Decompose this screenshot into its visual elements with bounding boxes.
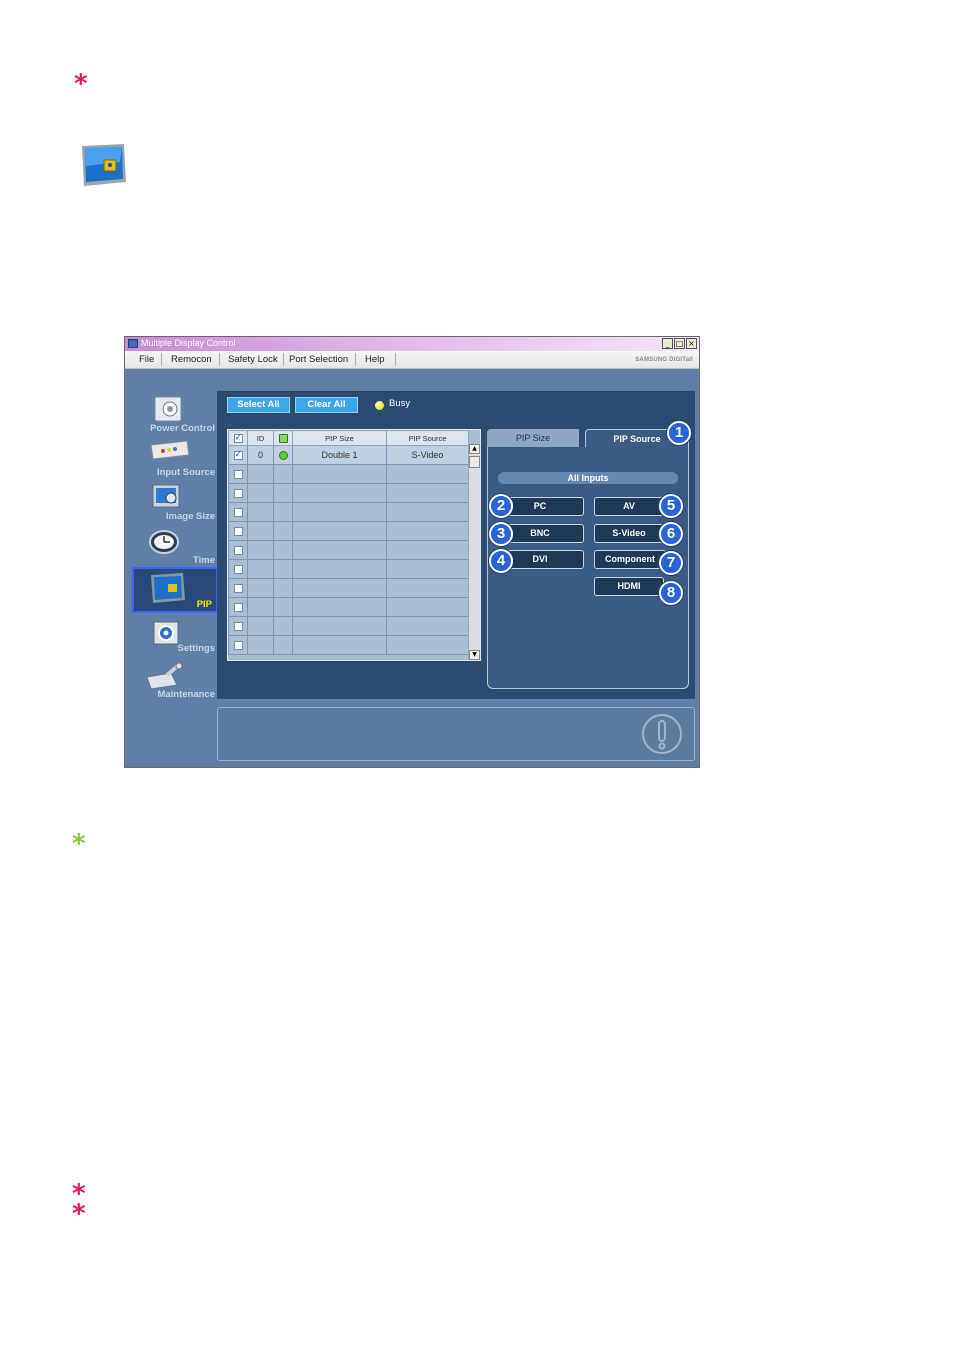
scroll-thumb[interactable] xyxy=(469,456,480,468)
table-row[interactable] xyxy=(228,578,469,598)
select-all-button[interactable]: Select All xyxy=(227,397,290,413)
sidebar-item-maintenance[interactable]: Maintenance xyxy=(131,661,219,703)
source-hdmi-button[interactable]: HDMI xyxy=(594,577,664,596)
sidebar-item-pip[interactable]: PIP xyxy=(132,567,218,613)
display-grid: ID PIP Size PIP Source 0 Double 1 S-Vide… xyxy=(227,429,481,661)
image-size-icon xyxy=(152,484,180,508)
source-component-button[interactable]: Component xyxy=(594,550,666,569)
sidebar-item-label: Input Source xyxy=(156,467,215,478)
sidebar-item-label: Maintenance xyxy=(157,689,215,700)
row-checkbox[interactable] xyxy=(233,470,243,480)
green-asterisk-icon: * xyxy=(72,829,86,859)
busy-indicator-icon xyxy=(375,401,384,410)
menu-safety-lock[interactable]: Safety Lock xyxy=(228,354,278,365)
table-row[interactable] xyxy=(228,521,469,541)
pip-tabs: PIP Size PIP Source All Inputs PC BNC DV… xyxy=(487,421,691,689)
sidebar-item-power-control[interactable]: Power Control xyxy=(131,393,219,435)
source-av-button[interactable]: AV xyxy=(594,497,664,516)
select-all-checkbox[interactable] xyxy=(228,430,248,446)
callout-4: 4 xyxy=(489,549,513,573)
row-checkbox[interactable] xyxy=(233,584,243,594)
sidebar-item-image-size[interactable]: Image Size xyxy=(131,481,219,523)
maintenance-icon xyxy=(146,663,183,690)
row-checkbox[interactable] xyxy=(233,449,243,461)
row-pip-source: S-Video xyxy=(386,445,469,465)
row-checkbox[interactable] xyxy=(233,622,243,632)
scroll-up-icon[interactable]: ▲ xyxy=(469,444,480,454)
row-checkbox[interactable] xyxy=(233,603,243,613)
callout-8: 8 xyxy=(659,581,683,605)
table-row[interactable] xyxy=(228,464,469,484)
table-row[interactable]: 0 Double 1 S-Video xyxy=(228,445,469,465)
input-source-icon xyxy=(150,440,190,460)
row-checkbox[interactable] xyxy=(233,527,243,537)
red-asterisk-icon: * xyxy=(74,69,88,99)
close-button[interactable]: × xyxy=(686,338,697,349)
row-checkbox[interactable] xyxy=(233,641,243,651)
row-checkbox[interactable] xyxy=(233,546,243,556)
sidebar-item-settings[interactable]: Settings xyxy=(131,617,219,659)
samsung-logo: SAMSUNG DIGITall xyxy=(635,357,693,363)
row-checkbox[interactable] xyxy=(233,489,243,499)
clock-icon xyxy=(149,530,179,554)
menu-file[interactable]: File xyxy=(139,354,154,365)
sidebar-item-time[interactable]: Time xyxy=(131,525,219,567)
row-checkbox[interactable] xyxy=(233,565,243,575)
callout-2: 2 xyxy=(489,494,513,518)
status-column-icon xyxy=(273,430,293,446)
sidebar-item-label: Power Control xyxy=(150,423,215,434)
pip-source-panel: All Inputs PC BNC DVI AV S-Video Compone… xyxy=(487,447,689,689)
sidebar-item-label: Image Size xyxy=(165,511,215,522)
grid-scrollbar[interactable]: ▲ ▼ xyxy=(468,444,480,660)
scroll-down-icon[interactable]: ▼ xyxy=(469,650,480,660)
multiple-display-control-window: Multiple Display Control _ □ × File Remo… xyxy=(124,336,700,768)
callout-6: 6 xyxy=(659,522,683,546)
all-inputs-label: All Inputs xyxy=(498,472,678,484)
main-panel: Select All Clear All Busy ID PIP Size PI… xyxy=(217,391,695,699)
maximize-button[interactable]: □ xyxy=(674,338,685,349)
row-pip-size: Double 1 xyxy=(292,445,387,465)
callout-5: 5 xyxy=(659,494,683,518)
warning-icon xyxy=(642,714,682,754)
status-message-box xyxy=(217,707,695,761)
source-svideo-button[interactable]: S-Video xyxy=(594,524,664,543)
row-checkbox[interactable] xyxy=(233,508,243,518)
table-row[interactable] xyxy=(228,635,469,655)
sidebar-item-label: PIP xyxy=(196,599,212,610)
title-bar[interactable]: Multiple Display Control _ □ × xyxy=(125,337,699,351)
menu-bar: File Remocon Safety Lock Port Selection … xyxy=(125,351,699,369)
column-header-pip-source[interactable]: PIP Source xyxy=(386,430,469,446)
pip-icon xyxy=(151,573,185,603)
table-row[interactable] xyxy=(228,597,469,617)
pip-icon xyxy=(82,144,126,186)
callout-1: 1 xyxy=(667,421,691,445)
busy-label: Busy xyxy=(389,398,411,409)
power-control-icon xyxy=(154,396,182,422)
table-row[interactable] xyxy=(228,540,469,560)
red-asterisk-icon: * xyxy=(72,1199,86,1229)
window-title: Multiple Display Control xyxy=(141,338,236,348)
table-row[interactable] xyxy=(228,559,469,579)
sidebar-item-label: Time xyxy=(192,555,215,566)
menu-help[interactable]: Help xyxy=(365,354,385,365)
sidebar-item-label: Settings xyxy=(177,643,215,654)
status-dot-icon xyxy=(278,451,288,461)
row-id: 0 xyxy=(247,445,274,465)
callout-3: 3 xyxy=(489,522,513,546)
menu-port-selection[interactable]: Port Selection xyxy=(289,354,348,365)
table-row[interactable] xyxy=(228,502,469,522)
table-row[interactable] xyxy=(228,483,469,503)
app-icon xyxy=(128,339,138,348)
clear-all-button[interactable]: Clear All xyxy=(295,397,358,413)
callout-7: 7 xyxy=(659,551,683,575)
grid-header-row: ID PIP Size PIP Source xyxy=(228,430,469,446)
sidebar-item-input-source[interactable]: Input Source xyxy=(131,437,219,479)
tab-pip-size[interactable]: PIP Size xyxy=(487,429,579,447)
minimize-button[interactable]: _ xyxy=(662,338,673,349)
column-header-pip-size[interactable]: PIP Size xyxy=(292,430,387,446)
menu-remocon[interactable]: Remocon xyxy=(171,354,212,365)
column-header-id[interactable]: ID xyxy=(247,430,274,446)
table-row[interactable] xyxy=(228,616,469,636)
